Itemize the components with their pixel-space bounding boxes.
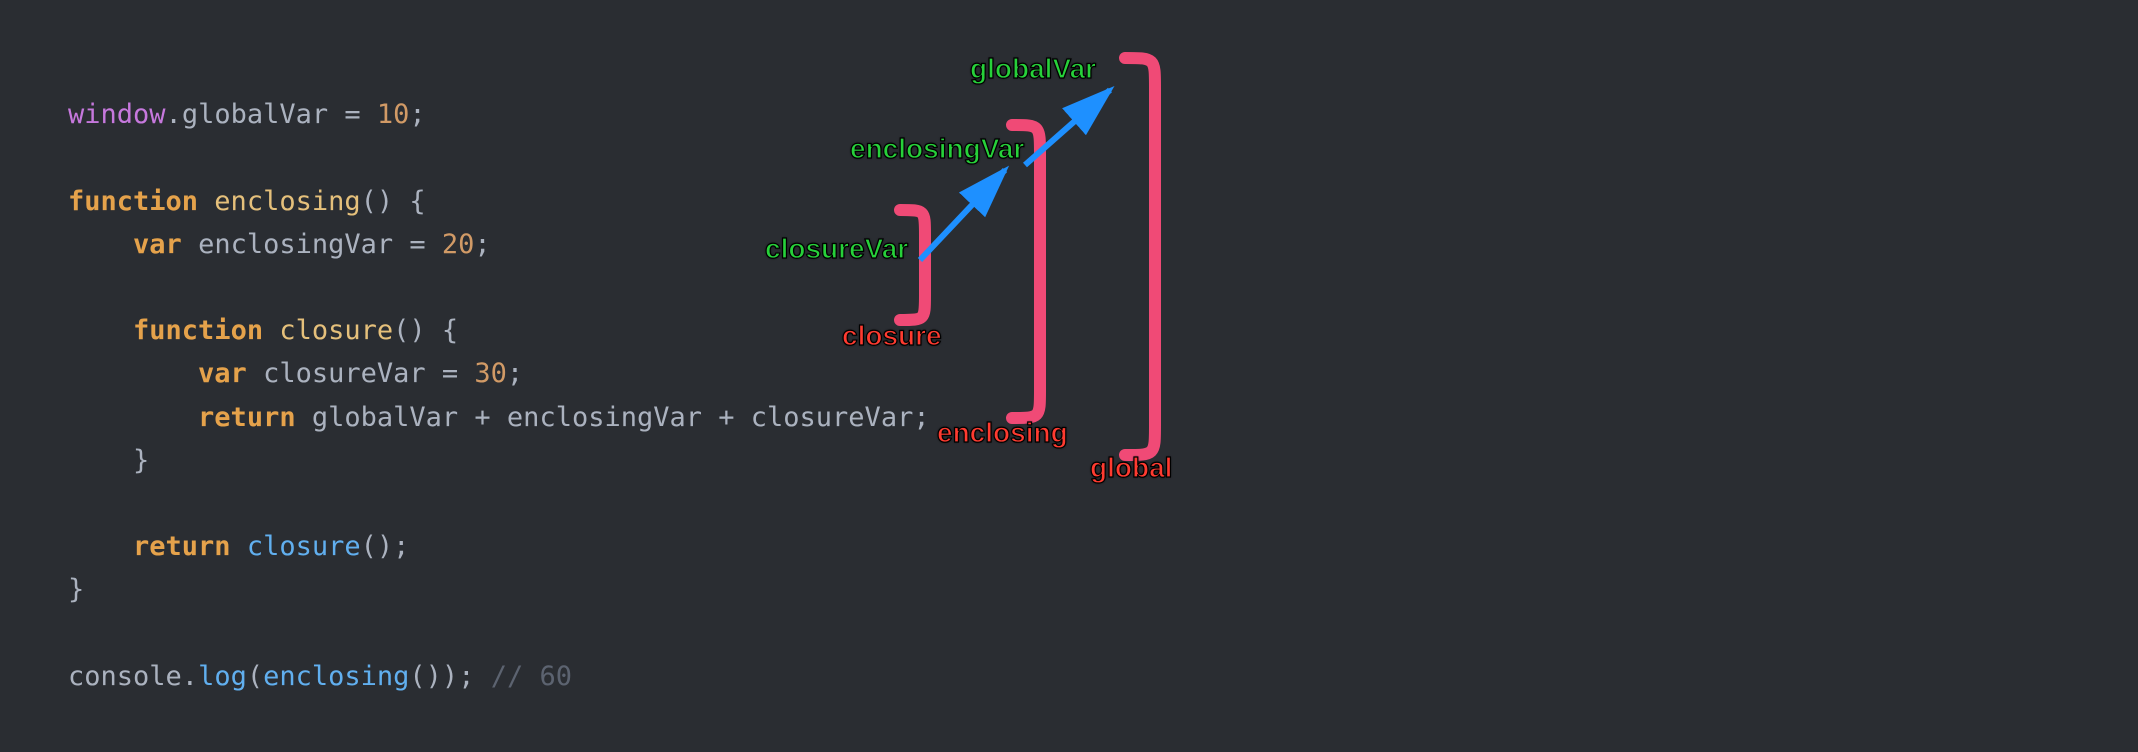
- code-token: ;: [913, 402, 929, 433]
- code-token: var: [198, 358, 247, 389]
- code-token: [68, 315, 133, 346]
- code-token: .: [166, 99, 182, 130]
- label-globalvar: globalVar: [970, 53, 1096, 85]
- code-token: ;: [474, 229, 490, 260]
- code-token: console: [68, 661, 182, 692]
- code-token: ;: [507, 358, 523, 389]
- code-token: closureVar =: [247, 358, 475, 389]
- code-token: [68, 402, 198, 433]
- code-token: +: [474, 402, 490, 433]
- label-enclosing: enclosing: [937, 417, 1068, 449]
- code-token: var: [133, 229, 182, 260]
- code-token: [68, 229, 133, 260]
- label-closurevar: closureVar: [765, 233, 908, 265]
- code-token: log: [198, 661, 247, 692]
- code-token: () {: [361, 186, 426, 217]
- label-global: global: [1090, 452, 1172, 484]
- code-token: ();: [361, 531, 410, 562]
- code-token: () {: [393, 315, 458, 346]
- code-token: enclosing: [263, 661, 409, 692]
- code-block: window.globalVar = 10; function enclosin…: [68, 50, 930, 698]
- code-token: enclosing: [198, 186, 361, 217]
- code-token: closure: [231, 531, 361, 562]
- code-token: .: [182, 661, 198, 692]
- code-token: return: [133, 531, 231, 562]
- code-token: 10: [377, 99, 410, 130]
- code-token: }: [68, 574, 84, 605]
- code-token: [68, 531, 133, 562]
- code-token: enclosingVar: [491, 402, 719, 433]
- code-token: ());: [409, 661, 474, 692]
- code-token: 20: [442, 229, 475, 260]
- label-closure: closure: [842, 320, 942, 352]
- code-token: +: [718, 402, 734, 433]
- code-token: globalVar: [182, 99, 328, 130]
- code-token: closureVar: [735, 402, 914, 433]
- code-token: ;: [409, 99, 425, 130]
- code-token: }: [133, 445, 149, 476]
- code-token: function: [133, 315, 263, 346]
- code-token: globalVar: [296, 402, 475, 433]
- label-enclosingvar: enclosingVar: [850, 133, 1024, 165]
- bracket-global: [1125, 58, 1155, 455]
- code-token: enclosingVar =: [182, 229, 442, 260]
- code-token: window: [68, 99, 166, 130]
- code-token: function: [68, 186, 198, 217]
- code-token: // 60: [474, 661, 572, 692]
- arrows: [920, 90, 1110, 260]
- code-token: [68, 358, 198, 389]
- bracket-enclosing: [1012, 125, 1040, 418]
- code-token: closure: [263, 315, 393, 346]
- code-token: [68, 445, 133, 476]
- code-token: =: [328, 99, 377, 130]
- code-token: return: [198, 402, 296, 433]
- code-token: 30: [474, 358, 507, 389]
- code-token: (: [247, 661, 263, 692]
